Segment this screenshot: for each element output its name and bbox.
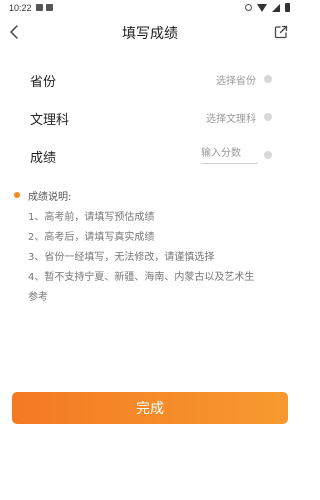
wifi-icon <box>257 3 267 12</box>
status-bar: 10:22 <box>0 0 300 16</box>
subject-label: 文理科 <box>30 113 70 128</box>
status-system-icons <box>245 3 290 12</box>
score-label: 成绩 <box>30 151 57 166</box>
done-button[interactable]: 完成 <box>12 392 288 424</box>
province-label: 省份 <box>30 75 57 90</box>
page-title: 填写成绩 <box>122 26 178 42</box>
note-line-1: 1、高考前，请填写预估成绩 <box>28 212 155 223</box>
image-notification-icon <box>36 4 43 11</box>
score-row: 成绩 <box>30 143 272 169</box>
status-notification-icons <box>36 4 53 11</box>
battery-icon <box>285 3 290 12</box>
share-button[interactable] <box>270 21 292 43</box>
note-line-4: 4、暂不支持宁夏、新疆、海南、内蒙古以及艺术生 <box>28 272 255 283</box>
notes-bullet-icon <box>14 192 20 198</box>
app-notification-icon <box>46 4 53 11</box>
province-select[interactable]: 选择省份 <box>216 72 256 87</box>
subject-row[interactable]: 文理科 选择文理科 <box>30 105 272 131</box>
do-not-disturb-icon <box>245 4 252 11</box>
status-time: 10:22 <box>9 3 32 13</box>
province-dot-icon <box>264 75 272 83</box>
province-row[interactable]: 省份 选择省份 <box>30 67 272 93</box>
cell-signal-icon <box>272 3 280 12</box>
note-line-5: 参考 <box>28 292 48 303</box>
note-line-3: 3、省份一经填写，无法修改，请谨慎选择 <box>28 252 215 263</box>
subject-dot-icon <box>264 113 272 121</box>
subject-select[interactable]: 选择文理科 <box>206 110 256 125</box>
score-dot-icon <box>264 151 272 159</box>
score-input[interactable] <box>201 145 258 164</box>
navigation-bar: 填写成绩 <box>0 16 300 48</box>
notes-title: 成绩说明: <box>28 192 72 203</box>
note-line-2: 2、高考后，请填写真实成绩 <box>28 232 155 243</box>
share-icon <box>274 25 288 39</box>
